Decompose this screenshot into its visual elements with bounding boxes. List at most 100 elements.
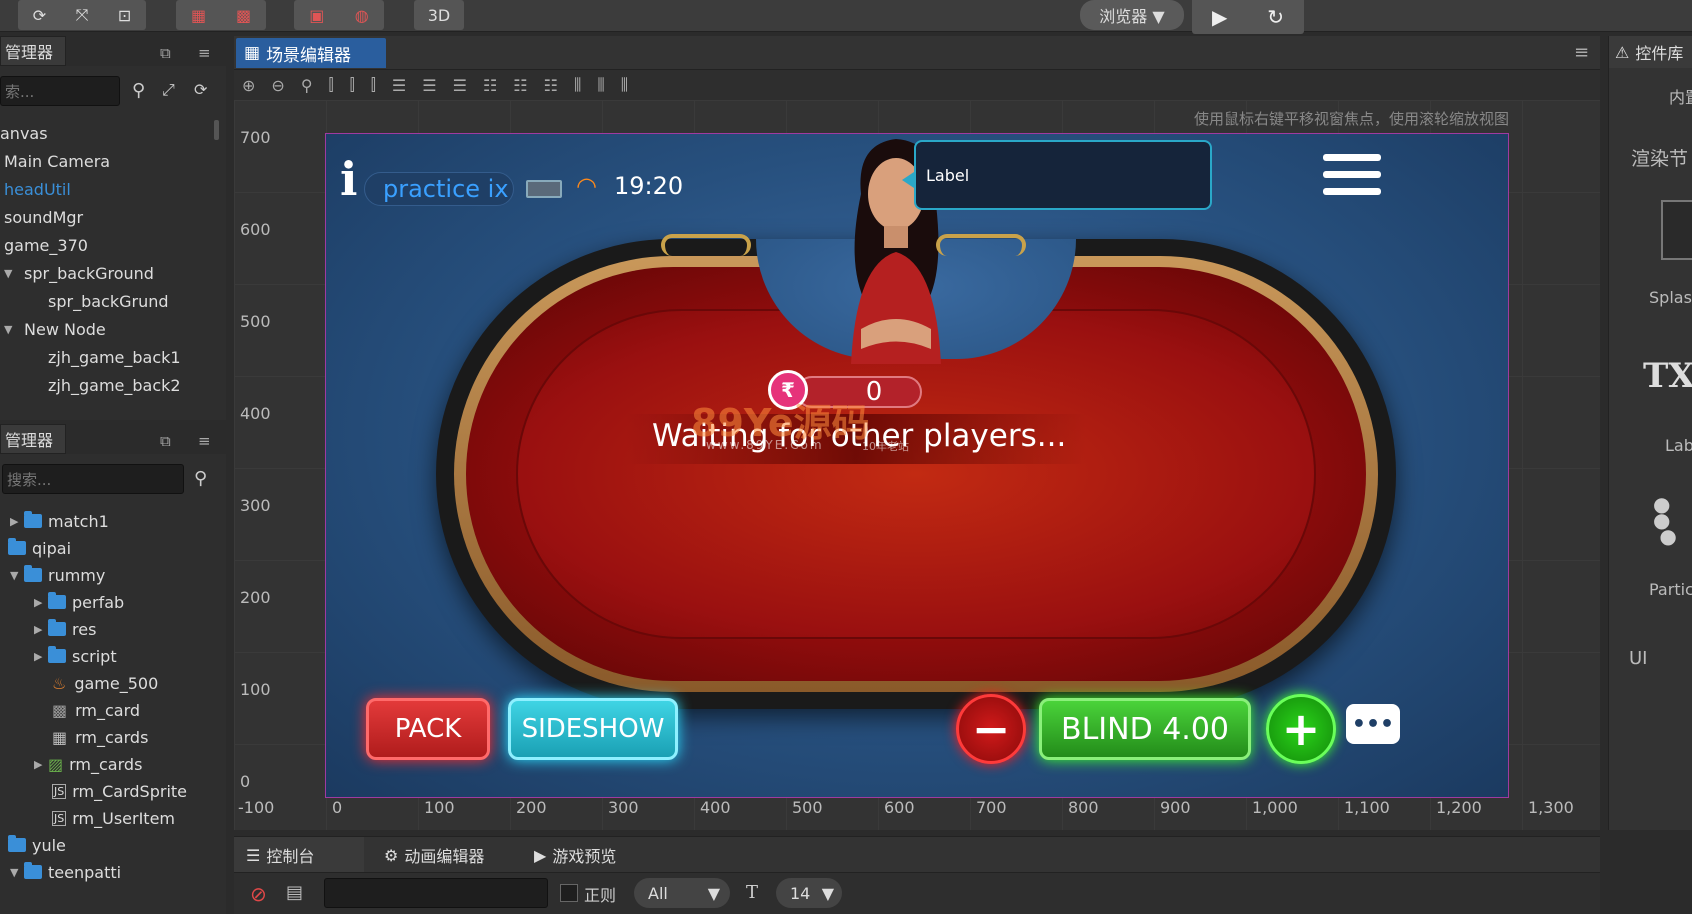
- collapse-arrow-icon[interactable]: ▼: [4, 323, 18, 336]
- align-middle-icon[interactable]: ☰: [422, 76, 436, 95]
- search-icon[interactable]: ⚲: [194, 468, 207, 489]
- asset-file[interactable]: ▦ rm_cards: [52, 724, 148, 750]
- asset-file[interactable]: ▩ rm_card: [52, 697, 140, 723]
- asset-folder[interactable]: ▶ script: [34, 643, 117, 669]
- asset-folder[interactable]: ▼ teenpatti: [10, 859, 121, 885]
- align-left-icon[interactable]: ⫿: [329, 75, 334, 95]
- zoom-in-icon[interactable]: ⊕: [242, 76, 255, 95]
- expand-arrow-icon[interactable]: ▶: [34, 623, 48, 636]
- particle-widget-icon[interactable]: ● ● ●: [1653, 494, 1692, 556]
- asset-file[interactable]: JS rm_UserItem: [52, 805, 175, 831]
- asset-folder[interactable]: ▶ match1: [10, 508, 109, 534]
- distribute-bottom-icon[interactable]: ☷: [544, 76, 558, 95]
- hamburger-menu-icon[interactable]: [1323, 154, 1381, 202]
- popout-icon[interactable]: ⧉: [160, 432, 171, 450]
- asset-folder[interactable]: ▶ perfab: [34, 589, 124, 615]
- expand-icon[interactable]: ⤧: [76, 5, 89, 25]
- search-icon[interactable]: ⚲: [132, 80, 145, 101]
- label-widget-icon[interactable]: TX: [1643, 356, 1692, 396]
- asset-folder[interactable]: ▼ rummy: [10, 562, 105, 588]
- asset-file[interactable]: ♨ game_500: [52, 670, 158, 696]
- asset-folder[interactable]: yule: [8, 832, 66, 858]
- zoom-out-icon[interactable]: ⊖: [271, 76, 284, 95]
- tree-node[interactable]: spr_backGrund: [48, 288, 169, 314]
- 3d-toggle-button[interactable]: 3D: [414, 0, 464, 30]
- animation-editor-tab[interactable]: ⚙ 动画编辑器: [384, 837, 534, 873]
- asset-file[interactable]: ▶ ▨ rm_cards: [34, 751, 142, 777]
- widget-category[interactable]: 内置: [1669, 84, 1692, 108]
- menu-icon[interactable]: ≡: [198, 44, 211, 62]
- distribute-left-icon[interactable]: ⫼: [574, 75, 581, 95]
- align-bottom-icon[interactable]: ☰: [453, 76, 467, 95]
- menu-icon[interactable]: ≡: [1574, 42, 1589, 63]
- screen-icon[interactable]: ▣: [309, 6, 324, 25]
- distribute-center-icon[interactable]: ⫼: [597, 75, 604, 95]
- console-tab[interactable]: ☰ 控制台: [234, 837, 364, 873]
- browser-select[interactable]: 浏览器 ▼: [1080, 0, 1184, 30]
- collapse-arrow-icon[interactable]: ▼: [10, 569, 24, 582]
- sprite-widget-icon[interactable]: [1661, 200, 1692, 260]
- increase-bet-button[interactable]: +: [1266, 694, 1336, 764]
- globe-icon[interactable]: ◍: [355, 6, 369, 25]
- distribute-right-icon[interactable]: ⫼: [621, 75, 628, 95]
- game-preview-tab[interactable]: ▶ 游戏预览: [534, 837, 664, 873]
- tree-node[interactable]: ▼ New Node: [4, 316, 106, 342]
- tree-node[interactable]: zjh_game_back2: [48, 372, 181, 398]
- info-icon[interactable]: i: [340, 152, 357, 206]
- collapse-arrow-icon[interactable]: ▼: [4, 267, 18, 280]
- align-top-icon[interactable]: ☰: [392, 76, 406, 95]
- assets-search-input[interactable]: 搜索...: [2, 464, 184, 494]
- scene-hint: 使用鼠标右键平移视窗焦点，使用滚轮缩放视图: [1194, 110, 1510, 128]
- scrollbar[interactable]: [214, 120, 219, 140]
- tree-node-selected[interactable]: headUtil: [4, 176, 71, 202]
- align-center-icon[interactable]: ⫿: [350, 75, 355, 95]
- expand-arrow-icon[interactable]: ▶: [10, 515, 24, 528]
- pack-button[interactable]: PACK: [366, 698, 490, 760]
- refresh-icon[interactable]: ⟳: [194, 80, 207, 99]
- log-file-icon[interactable]: ▤: [286, 882, 303, 903]
- tree-node[interactable]: ▼ spr_backGround: [4, 260, 154, 286]
- popout-icon[interactable]: ⧉: [160, 44, 171, 62]
- chat-button[interactable]: •••: [1346, 704, 1400, 744]
- collapse-arrow-icon[interactable]: ▼: [10, 866, 24, 879]
- distribute-top-icon[interactable]: ☷: [483, 76, 497, 95]
- clear-console-icon[interactable]: ⊘: [250, 882, 267, 906]
- assets-tab[interactable]: 管理器: [0, 424, 66, 454]
- expand-arrow-icon[interactable]: ▶: [34, 758, 48, 771]
- sideshow-button[interactable]: SIDESHOW: [508, 698, 678, 760]
- blind-button[interactable]: BLIND 4.00: [1039, 698, 1251, 760]
- layout-icon-2[interactable]: ▩: [236, 6, 251, 25]
- refresh-icon[interactable]: ⟳: [33, 6, 46, 25]
- x-tick: 500: [792, 798, 823, 817]
- play-icon[interactable]: ▶: [1212, 5, 1227, 29]
- folder-icon: [24, 565, 42, 582]
- tree-node[interactable]: anvas: [0, 120, 48, 146]
- widget-library-tab[interactable]: ⚠ 控件库: [1609, 36, 1692, 68]
- decrease-bet-button[interactable]: −: [956, 694, 1026, 764]
- menu-icon[interactable]: ≡: [198, 432, 211, 450]
- font-size-select[interactable]: 14 ▼: [776, 878, 842, 908]
- expand-arrow-icon[interactable]: ▶: [34, 650, 48, 663]
- console-filter-input[interactable]: [324, 878, 548, 908]
- tree-node[interactable]: soundMgr: [4, 204, 83, 230]
- fit-icon[interactable]: ⊡: [118, 6, 131, 25]
- expand-all-icon[interactable]: ⤢: [162, 80, 175, 100]
- log-level-select[interactable]: All ▼: [634, 878, 730, 908]
- game-canvas[interactable]: i practice ix ◠ 19:20 Label 0 ₹ Waiting …: [325, 133, 1509, 798]
- zoom-reset-icon[interactable]: ⚲: [301, 76, 313, 95]
- tree-node[interactable]: Main Camera: [4, 148, 110, 174]
- asset-folder[interactable]: qipai: [8, 535, 71, 561]
- regex-checkbox[interactable]: [560, 884, 578, 902]
- layout-icon-1[interactable]: ▦: [191, 6, 206, 25]
- tree-node[interactable]: zjh_game_back1: [48, 344, 181, 370]
- align-right-icon[interactable]: ⫿: [371, 75, 376, 95]
- asset-file[interactable]: JS rm_CardSprite: [52, 778, 187, 804]
- distribute-middle-icon[interactable]: ☷: [513, 76, 527, 95]
- hierarchy-tab[interactable]: 管理器: [0, 36, 66, 66]
- expand-arrow-icon[interactable]: ▶: [34, 596, 48, 609]
- tree-node[interactable]: game_370: [4, 232, 88, 258]
- asset-folder[interactable]: ▶ res: [34, 616, 96, 642]
- reload-icon[interactable]: ↻: [1267, 5, 1284, 29]
- hierarchy-search-input[interactable]: 索...: [0, 76, 120, 106]
- scene-editor-tab[interactable]: ▦ 场景编辑器: [236, 38, 386, 68]
